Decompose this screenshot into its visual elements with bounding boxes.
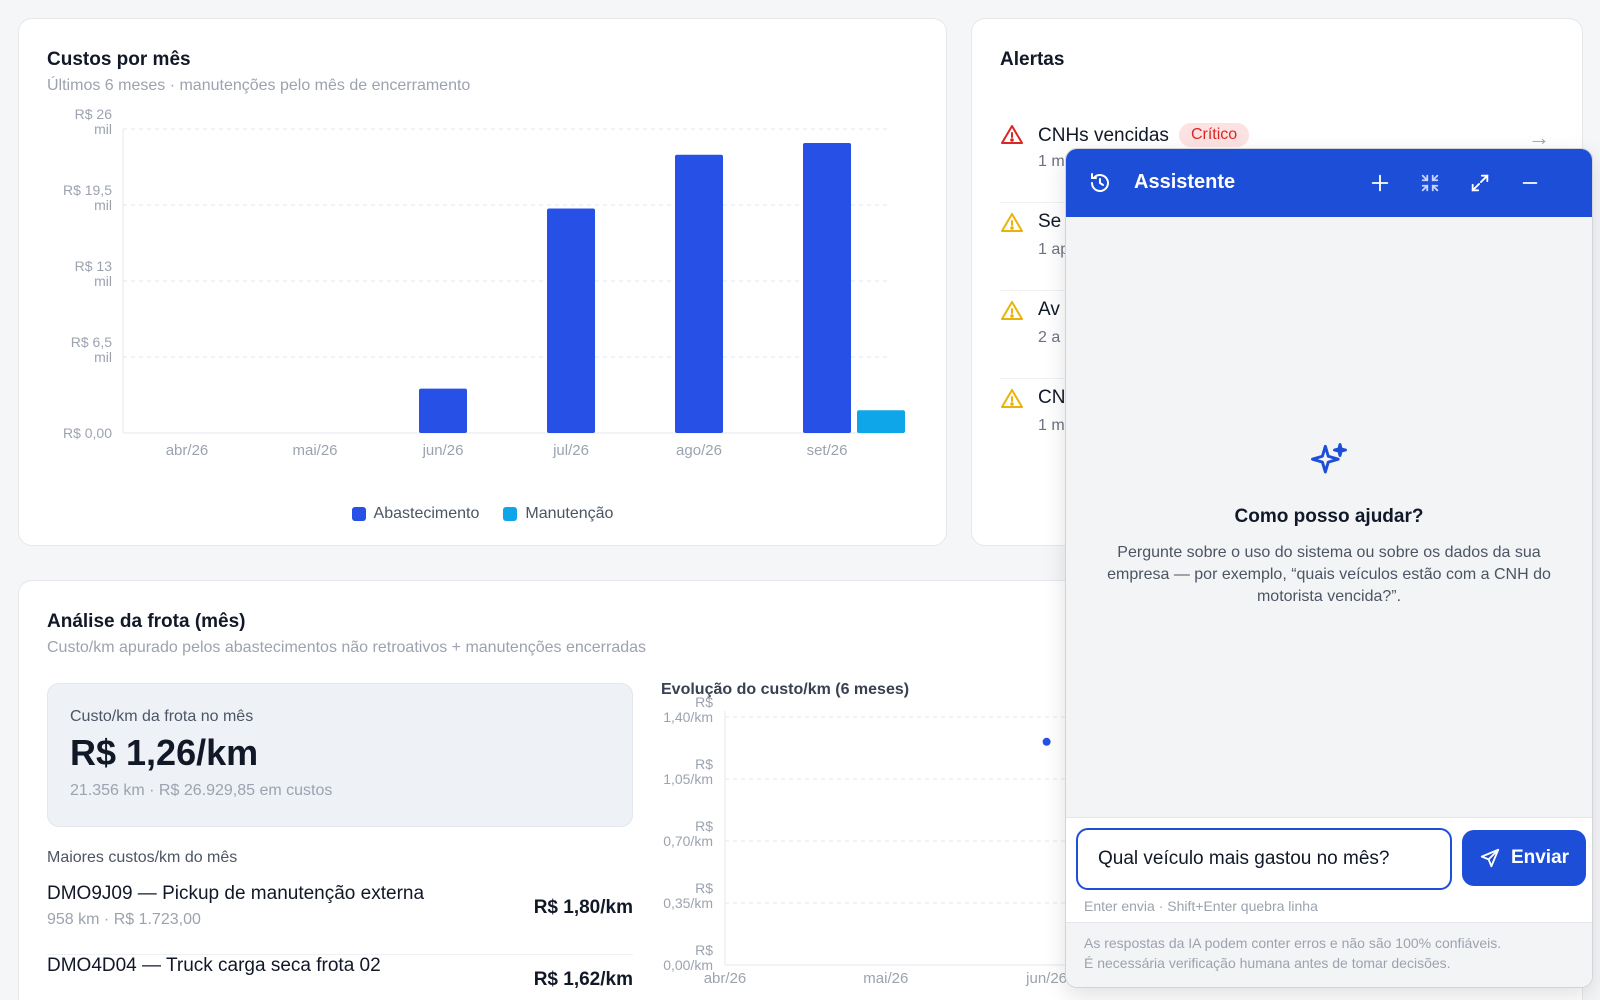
legend-label-fuel: Abastecimento	[373, 505, 480, 522]
alert-triangle-icon	[1001, 213, 1023, 232]
alerts-title: Alertas	[1000, 49, 1065, 70]
alert-desc: 2 a	[1038, 329, 1061, 346]
x-tick-label: set/26	[807, 442, 848, 459]
x-tick-label: abr/26	[704, 970, 747, 987]
data-point	[1042, 737, 1051, 746]
y-tick-label: R$ 6,5 mil	[71, 334, 112, 365]
minimize-icon[interactable]	[1514, 167, 1546, 199]
alert-desc: 1 m	[1038, 417, 1065, 434]
legend-swatch-fuel	[351, 507, 366, 521]
expand-icon[interactable]	[1464, 167, 1496, 199]
legend-item-fuel[interactable]: Abastecimento	[351, 505, 480, 523]
send-icon	[1480, 848, 1500, 868]
assistant-header: Assistente	[1066, 149, 1592, 217]
assistant-panel: Assistente Como posso ajudar? Pergunte s…	[1065, 148, 1593, 988]
alert-title: Se	[1038, 211, 1062, 232]
x-tick-label: jun/26	[422, 442, 464, 459]
costs-bar-chart: R$ 0,00 R$ 6,5 mil R$ 13 mil R$ 19,5 mil R$ 26 m…	[63, 106, 905, 459]
x-tick-label: jun/26	[1025, 970, 1067, 987]
bar	[547, 208, 595, 433]
alert-title: Av	[1038, 299, 1060, 320]
y-tick-label: R$ 19,5 mil	[63, 182, 112, 213]
ai-disclaimer: As respostas da IA podem conter erros e …	[1066, 922, 1592, 987]
history-icon[interactable]	[1084, 167, 1116, 199]
costs-legend: Abastecimento Manutenção	[19, 505, 946, 523]
legend-item-maintenance[interactable]: Manutenção	[503, 505, 613, 523]
bar	[419, 388, 467, 433]
x-tick-label: abr/26	[166, 442, 209, 459]
assistant-message-input[interactable]	[1076, 828, 1452, 890]
y-tick-label: R$ 1,40/km	[663, 694, 713, 725]
critical-badge: Crítico	[1178, 123, 1250, 147]
send-label: Enviar	[1510, 847, 1570, 868]
x-tick-label: jul/26	[552, 442, 589, 459]
composer-hint: Enter envia · Shift+Enter quebra linha	[1084, 898, 1318, 914]
assistant-empty-desc: Pergunte sobre o uso do sistema ou sobre…	[1107, 544, 1551, 605]
bar	[803, 143, 851, 433]
y-tick-label: R$ 0,00/km	[663, 942, 713, 973]
y-tick-label: R$ 0,70/km	[663, 818, 713, 849]
x-tick-label: mai/26	[292, 442, 337, 459]
x-tick-label: ago/26	[676, 442, 722, 459]
disclaimer-line-2: É necessária verificação humana antes de…	[1084, 955, 1451, 971]
y-tick-label: R$ 1,05/km	[663, 756, 713, 787]
x-tick-label: mai/26	[863, 970, 908, 987]
alert-title: CN	[1038, 387, 1066, 408]
alert-title: CNHs vencidas Crítico	[1038, 123, 1250, 147]
plus-icon[interactable]	[1364, 167, 1396, 199]
y-tick-label: R$ 13 mil	[75, 258, 113, 289]
assistant-empty-title: Como posso ajudar?	[1234, 506, 1424, 527]
legend-label-maintenance: Manutenção	[525, 505, 614, 522]
bar	[675, 154, 723, 433]
assistant-composer: Enviar Enter envia · Shift+Enter quebra …	[1066, 817, 1592, 987]
sparkles-icon	[1311, 443, 1347, 474]
assistant-title: Assistente	[1134, 171, 1236, 193]
bar	[857, 410, 905, 433]
legend-swatch-maintenance	[503, 507, 518, 521]
alert-title-text: CNHs vencidas	[1038, 125, 1169, 146]
alert-triangle-icon	[1001, 301, 1023, 320]
assistant-empty-state: Como posso ajudar? Pergunte sobre o uso …	[1096, 439, 1562, 608]
costs-card: Custos por mês Últimos 6 meses · manuten…	[18, 18, 947, 546]
y-tick-label: R$ 0,00	[63, 425, 112, 441]
alert-triangle-icon	[1001, 389, 1023, 408]
disclaimer-line-1: As respostas da IA podem conter erros e …	[1084, 935, 1502, 951]
collapse-icon[interactable]	[1414, 167, 1446, 199]
y-tick-label: R$ 0,35/km	[663, 880, 713, 911]
alert-desc: 1 m	[1038, 153, 1065, 170]
send-button[interactable]: Enviar	[1462, 830, 1586, 886]
y-tick-label: R$ 26 mil	[75, 106, 113, 137]
alert-triangle-icon	[1001, 125, 1023, 144]
